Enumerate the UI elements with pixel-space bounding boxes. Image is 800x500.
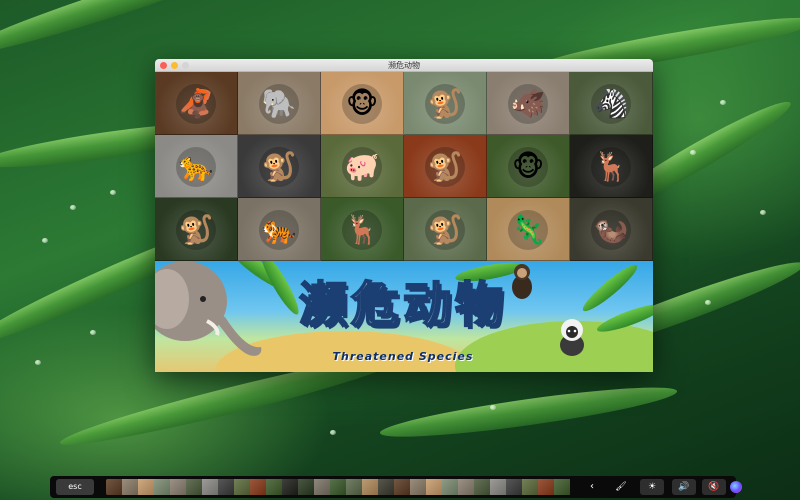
animal-tile[interactable]: 🐖 (321, 135, 404, 198)
animal-tile[interactable]: 🐆 (155, 135, 238, 198)
animal-tile[interactable]: 🐒 (155, 198, 238, 261)
antelope-icon: 🦌 (344, 212, 380, 246)
scrubber-thumbnail[interactable] (218, 479, 234, 495)
water-drop (42, 238, 48, 243)
scrubber-thumbnail[interactable] (186, 479, 202, 495)
scrubber-thumbnail[interactable] (266, 479, 282, 495)
scrubber-thumbnail[interactable] (314, 479, 330, 495)
monkey-illustration (512, 264, 532, 299)
water-drop (330, 430, 336, 435)
water-drop (720, 100, 726, 105)
water-drop (690, 150, 696, 155)
scrubber-thumbnail[interactable] (474, 479, 490, 495)
white-tiger-icon: 🐅 (261, 212, 297, 246)
scrubber-thumbnail[interactable] (362, 479, 378, 495)
animal-tile[interactable]: 🐘 (238, 72, 321, 135)
water-drop (760, 210, 766, 215)
brush-icon[interactable]: 🖌 (612, 479, 630, 495)
scrubber-thumbnail[interactable] (154, 479, 170, 495)
tamarin-illustration (560, 319, 584, 356)
scrubber-thumbnail[interactable] (506, 479, 522, 495)
water-drop (705, 300, 711, 305)
animal-tile[interactable]: 🦎 (487, 198, 570, 261)
animal-tile[interactable]: 🐵 (321, 72, 404, 135)
jaguar-icon: 🐆 (178, 149, 214, 183)
animal-tile[interactable]: 🐒 (238, 135, 321, 198)
scrubber-thumbnail[interactable] (122, 479, 138, 495)
water-drop (35, 360, 41, 365)
thumbnail-scrubber[interactable] (106, 479, 578, 495)
animal-tile[interactable]: 🐒 (404, 72, 487, 135)
chimpanzee-icon: 🐒 (178, 212, 214, 246)
animal-tile[interactable]: 🦧 (155, 72, 238, 135)
tapir-icon: 🐗 (510, 86, 546, 120)
scrubber-thumbnail[interactable] (202, 479, 218, 495)
komodo-dragon-icon: 🦎 (510, 212, 546, 246)
tamarin-icon: 🐒 (261, 149, 297, 183)
title-banner[interactable]: 濒危动物 Threatened Species (155, 261, 653, 372)
scrubber-thumbnail[interactable] (138, 479, 154, 495)
animal-tile[interactable]: 🐒 (404, 135, 487, 198)
scrubber-thumbnail[interactable] (330, 479, 346, 495)
scrubber-thumbnail[interactable] (106, 479, 122, 495)
scrubber-thumbnail[interactable] (426, 479, 442, 495)
scrubber-thumbnail[interactable] (378, 479, 394, 495)
scrubber-thumbnail[interactable] (458, 479, 474, 495)
scrubber-thumbnail[interactable] (538, 479, 554, 495)
water-drop (490, 405, 496, 410)
mute-icon[interactable]: 🔇 (702, 479, 726, 495)
malayan-tapir-icon: 🐖 (344, 149, 380, 183)
elephant-illustration (155, 261, 262, 356)
palm-leaf (578, 261, 642, 316)
scrubber-thumbnail[interactable] (170, 479, 186, 495)
animal-tile[interactable]: 🐒 (404, 198, 487, 261)
animal-grid: 🦧 🐘 🐵 🐒 🐗 🦓 🐆 🐒 🐖 🐒 🐵 🦌 🐒 🐅 🦌 🐒 🦎 🦦 (155, 72, 653, 261)
water-drop (90, 330, 96, 335)
animal-tile[interactable]: 🦓 (570, 72, 653, 135)
brightness-icon[interactable]: ☀ (640, 479, 664, 495)
touch-bar: esc ‹ 🖌 ☀ 🔊 🔇 (50, 476, 742, 498)
otter-icon: 🦦 (593, 212, 629, 246)
banner-title-cn: 濒危动物 (298, 276, 507, 334)
water-drop (70, 205, 76, 210)
lion-tailed-macaque-icon: 🐵 (511, 149, 545, 183)
scrubber-thumbnail[interactable] (442, 479, 458, 495)
banner-title-en: Threatened Species (332, 350, 474, 363)
animal-tile[interactable]: 🐅 (238, 198, 321, 261)
chevron-left-icon[interactable]: ‹ (586, 479, 598, 495)
scrubber-thumbnail[interactable] (282, 479, 298, 495)
scrubber-thumbnail[interactable] (490, 479, 506, 495)
scrubber-thumbnail[interactable] (522, 479, 538, 495)
deer-icon: 🦌 (593, 149, 629, 183)
animal-tile[interactable]: 🐵 (487, 135, 570, 198)
title-bar[interactable]: 濒危动物 (155, 59, 653, 72)
scrubber-thumbnail[interactable] (554, 479, 570, 495)
animal-tile[interactable]: 🐗 (487, 72, 570, 135)
grass-blade (0, 0, 278, 66)
animal-tile[interactable]: 🦌 (321, 198, 404, 261)
app-window: 濒危动物 🦧 🐘 🐵 🐒 🐗 🦓 🐆 🐒 🐖 🐒 🐵 🦌 🐒 🐅 🦌 🐒 🦎 🦦 濒危动物 Threatened … (155, 59, 653, 372)
scrubber-thumbnail[interactable] (234, 479, 250, 495)
monkey-icon: 🐒 (427, 86, 463, 120)
water-drop (110, 190, 116, 195)
lemur-icon: 🐒 (427, 149, 463, 183)
siri-icon[interactable] (730, 481, 742, 493)
okapi-icon: 🦓 (593, 86, 629, 120)
orangutan-icon: 🦧 (178, 86, 214, 120)
grass-blade (378, 378, 679, 446)
animal-tile[interactable]: 🦦 (570, 198, 653, 261)
animal-tile[interactable]: 🦌 (570, 135, 653, 198)
proboscis-monkey-icon: 🐵 (345, 86, 379, 120)
scrubber-thumbnail[interactable] (346, 479, 362, 495)
colobus-monkey-icon: 🐒 (427, 212, 463, 246)
esc-key[interactable]: esc (56, 479, 94, 495)
volume-icon[interactable]: 🔊 (672, 479, 696, 495)
window-title: 濒危动物 (388, 61, 420, 70)
elephant-icon: 🐘 (261, 86, 297, 120)
scrubber-thumbnail[interactable] (394, 479, 410, 495)
scrubber-thumbnail[interactable] (250, 479, 266, 495)
scrubber-thumbnail[interactable] (410, 479, 426, 495)
scrubber-thumbnail[interactable] (298, 479, 314, 495)
